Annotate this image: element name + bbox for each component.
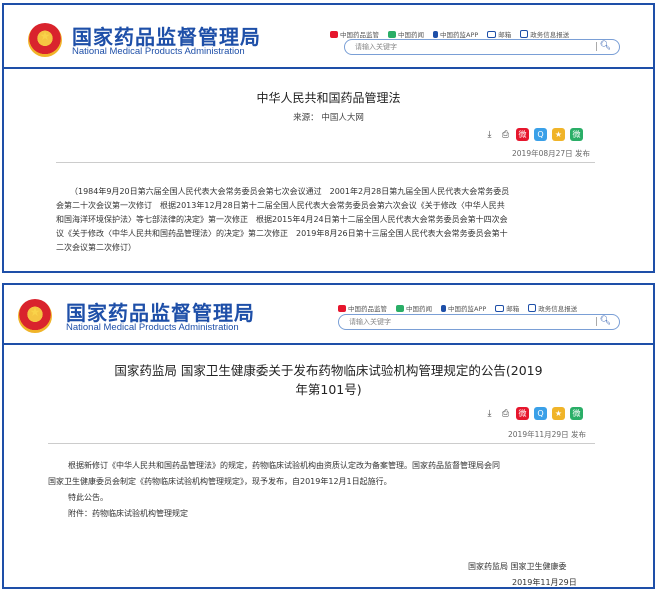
publish-date: 2019年11月29日 发布 <box>508 430 587 439</box>
star-share-icon[interactable]: ★ <box>552 128 565 141</box>
mobile-icon <box>433 30 438 38</box>
national-emblem-icon: ★ <box>18 299 52 333</box>
site-name-en: National Medical Products Administration <box>66 322 239 333</box>
weibo-share-icon[interactable]: 微 <box>516 407 529 420</box>
signature: 国家药监局 国家卫生健康委 <box>468 562 567 571</box>
mobile-icon <box>441 304 446 312</box>
top-links: 中国药品监管 中国药闻 中国药监APP 邮箱 政务信息报送 <box>338 303 577 313</box>
download-icon[interactable]: ⤓ <box>484 129 495 140</box>
search-input[interactable]: 请输入关键字 🔍︎ <box>344 39 620 55</box>
top-links: 中国药品监管 中国药闻 中国药监APP 邮箱 政务信息报送 <box>330 29 569 39</box>
report-icon <box>528 304 537 312</box>
toplink-weibo[interactable]: 中国药品监管 <box>338 303 387 313</box>
site-name-en: National Medical Products Administration <box>72 46 245 57</box>
search-icon[interactable]: 🔍︎ <box>600 316 611 326</box>
search-input[interactable]: 请输入关键字 🔍︎ <box>338 314 620 330</box>
weibo-icon <box>338 304 346 312</box>
article-panel-2: ★ 国家药品监督管理局 National Medical Products Ad… <box>2 283 655 589</box>
publish-date: 2019年08月27日 发布 <box>512 149 591 158</box>
wechat-share-icon[interactable]: 微 <box>570 407 583 420</box>
body-line: 二次会议第二次修订） <box>56 243 136 252</box>
content-divider <box>56 162 595 163</box>
toplink-report[interactable]: 政务信息报送 <box>528 303 577 313</box>
search-icon[interactable]: 🔍︎ <box>600 41 611 51</box>
mail-icon <box>487 30 497 38</box>
toplink-mail[interactable]: 邮箱 <box>487 29 511 39</box>
mail-icon <box>495 304 505 312</box>
toplink-app[interactable]: 中国药监APP <box>433 29 478 39</box>
content-divider <box>48 443 595 444</box>
body-line: 根据新修订《中华人民共和国药品管理法》的规定，药物临床试验机构由资质认定改为备案… <box>68 461 500 470</box>
article-tools: ⤓ ⎙ 微 Q ★ 微 <box>484 128 583 141</box>
print-icon[interactable]: ⎙ <box>500 408 511 419</box>
article-panel-1: ★ 国家药品监督管理局 National Medical Products Ad… <box>2 3 655 273</box>
wechat-share-icon[interactable]: 微 <box>570 128 583 141</box>
body-line: 国家卫生健康委员会制定《药物临床试验机构管理规定》，现予发布，自2019年12月… <box>48 477 392 486</box>
report-icon <box>520 30 529 38</box>
search-placeholder: 请输入关键字 <box>355 43 397 51</box>
toplink-weibo[interactable]: 中国药品监管 <box>330 29 379 39</box>
wechat-icon <box>388 30 396 38</box>
star-share-icon[interactable]: ★ <box>552 407 565 420</box>
qzone-share-icon[interactable]: Q <box>534 407 547 420</box>
site-header: ★ 国家药品监督管理局 National Medical Products Ad… <box>4 5 653 67</box>
national-emblem-icon: ★ <box>28 23 62 57</box>
article-body: （1984年9月20日第六届全国人民代表大会常务委员会第七次会议通过 2001年… <box>56 185 616 255</box>
weibo-icon <box>330 30 338 38</box>
article-title-line: 国家药监局 国家卫生健康委关于发布药物临床试验机构管理规定的公告(2019 <box>114 363 543 378</box>
signature-date: 2019年11月29日 <box>512 578 577 587</box>
download-icon[interactable]: ⤓ <box>484 408 495 419</box>
article-title-line: 年第101号) <box>295 382 362 397</box>
body-line: 和国海洋环境保护法〉等七部法律的决定》第一次修正 根据2015年4月24日第十二… <box>56 215 508 224</box>
article-tools: ⤓ ⎙ 微 Q ★ 微 <box>484 407 583 420</box>
body-line: 议《关于修改〈中华人民共和国药品管理法〉的决定》第二次修正 2019年8月26日… <box>56 229 508 238</box>
search-placeholder: 请输入关键字 <box>349 318 391 326</box>
header-divider <box>4 343 653 345</box>
wechat-icon <box>396 304 404 312</box>
search-divider <box>596 42 597 51</box>
site-header: ★ 国家药品监督管理局 National Medical Products Ad… <box>4 285 653 343</box>
article-body: 根据新修订《中华人民共和国药品管理法》的规定，药物临床试验机构由资质认定改为备案… <box>48 458 618 522</box>
search-divider <box>596 317 597 326</box>
toplink-wechat[interactable]: 中国药闻 <box>388 29 424 39</box>
qzone-share-icon[interactable]: Q <box>534 128 547 141</box>
toplink-report[interactable]: 政务信息报送 <box>520 29 569 39</box>
body-line: 会第二十次会议第一次修订 根据2013年12月28日第十二届全国人民代表大会常务… <box>56 201 505 210</box>
toplink-app[interactable]: 中国药监APP <box>441 303 486 313</box>
article-source: 来源： 中国人大网 <box>293 113 364 123</box>
toplink-wechat[interactable]: 中国药闻 <box>396 303 432 313</box>
body-line: （1984年9月20日第六届全国人民代表大会常务委员会第七次会议通过 2001年… <box>70 187 510 196</box>
header-divider <box>4 67 653 69</box>
toplink-mail[interactable]: 邮箱 <box>495 303 519 313</box>
body-line: 特此公告。 <box>68 493 108 502</box>
print-icon[interactable]: ⎙ <box>500 129 511 140</box>
body-line: 附件：药物临床试验机构管理规定 <box>68 509 188 518</box>
article-title: 国家药监局 国家卫生健康委关于发布药物临床试验机构管理规定的公告(2019 年第… <box>4 361 653 399</box>
article-title: 中华人民共和国药品管理法 <box>256 91 401 105</box>
weibo-share-icon[interactable]: 微 <box>516 128 529 141</box>
